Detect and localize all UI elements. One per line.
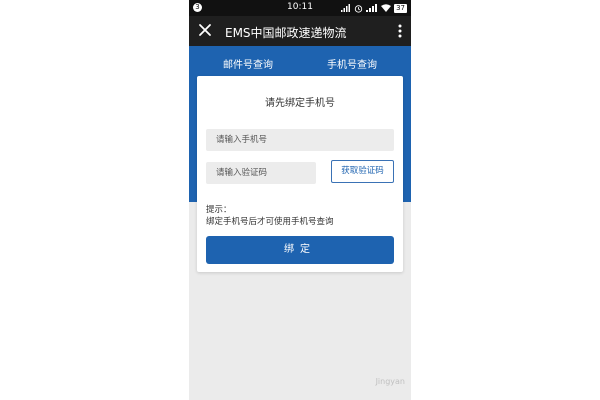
tab-phone-number-query[interactable]: 手机号查询 [327,56,377,71]
more-options-icon[interactable] [397,23,403,39]
signal-strength-icon [366,4,378,12]
signal-icon [341,4,351,12]
app-title: EMS中国邮政速递物流 [225,26,347,40]
wifi-icon [381,4,392,12]
status-icons: 37 [341,2,407,14]
app-bar: EMS中国邮政速递物流 [189,16,411,46]
status-bar: 3 10:11 37 [189,0,411,16]
watermark: Jingyan [375,377,405,386]
tip-label: 提示： [206,205,232,215]
tip-text: 绑定手机号后才可使用手机号查询 [206,217,334,227]
phone-screen: 3 10:11 37 EMS中国邮政速递物流 邮件号查询 手机号查询 请先绑定手… [189,0,411,400]
battery-icon: 37 [394,3,407,13]
alarm-icon [354,4,363,13]
verification-code-input[interactable]: 请输入验证码 [206,162,316,184]
bind-phone-card: 请先绑定手机号 请输入手机号 请输入验证码 获取验证码 提示： 绑定手机号后才可… [197,76,403,272]
phone-number-input[interactable]: 请输入手机号 [206,129,394,151]
card-title: 请先绑定手机号 [265,98,335,109]
close-icon[interactable] [197,22,213,38]
get-verification-code-button[interactable]: 获取验证码 [331,160,394,183]
bind-button[interactable]: 绑定 [206,236,394,264]
tab-mail-number-query[interactable]: 邮件号查询 [223,56,273,71]
